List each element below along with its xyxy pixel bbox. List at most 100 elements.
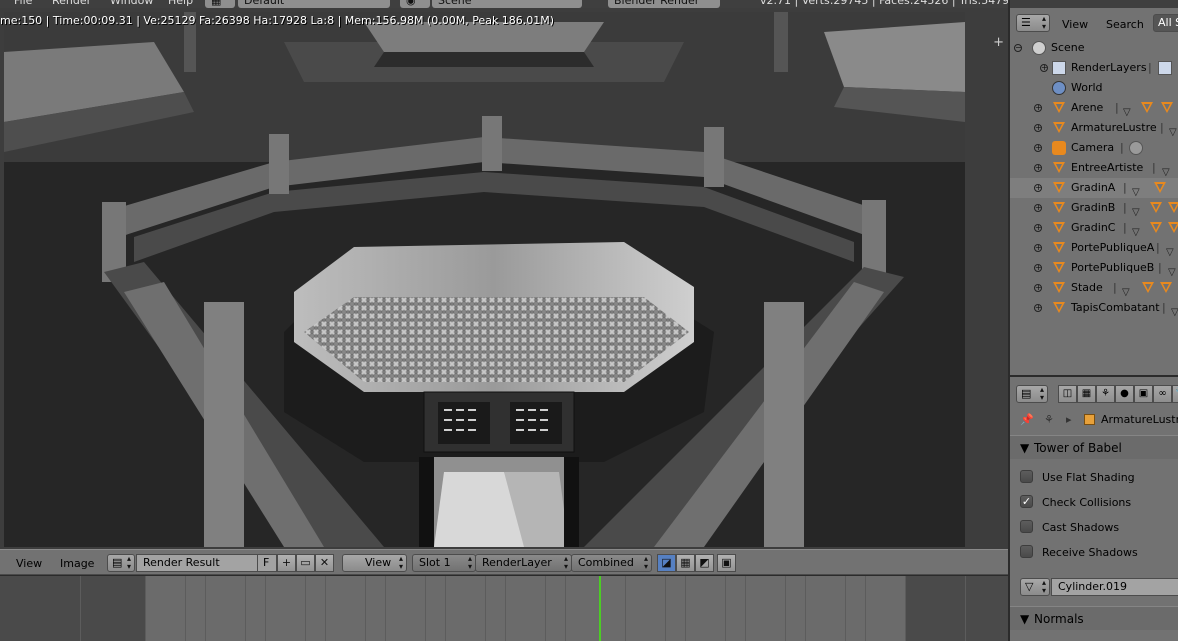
outliner-label[interactable]: GradinB: [1071, 198, 1115, 218]
modifiers-tab-icon[interactable]: 🔧: [1172, 385, 1178, 403]
menu-help[interactable]: Help: [168, 0, 193, 8]
expand-icon[interactable]: +: [1034, 244, 1042, 252]
editor-type-icon[interactable]: ▤ ▴ ▾: [1016, 385, 1048, 403]
object-tab-icon[interactable]: ▣: [1134, 385, 1153, 403]
outliner-label[interactable]: PortePubliqueA: [1071, 238, 1154, 258]
view-mode-select[interactable]: View ▴ ▾: [342, 554, 407, 572]
outliner-row-gradinc[interactable]: + GradinC | ▽: [1010, 218, 1178, 238]
expand-icon[interactable]: +: [1034, 184, 1042, 192]
outliner-row-camera[interactable]: + Camera |: [1010, 138, 1178, 158]
timeline-area[interactable]: [0, 576, 1008, 641]
image-browse-icon[interactable]: ▤ ▴ ▾: [107, 554, 135, 572]
object-cube-icon: [1084, 414, 1095, 425]
render-layers-tab-icon[interactable]: ▦: [1077, 385, 1096, 403]
image-editor-area[interactable]: me:150 | Time:00:09.31 | Ve:25129 Fa:263…: [0, 8, 1008, 549]
menu-view[interactable]: View: [16, 557, 42, 570]
outliner-row-entreeartiste[interactable]: + EntreeArtiste | ▽: [1010, 158, 1178, 178]
checkbox-cast-shadows[interactable]: [1020, 520, 1033, 533]
collapse-icon[interactable]: −: [1014, 44, 1022, 52]
screen-layout-select[interactable]: Default: [238, 0, 390, 8]
expand-icon[interactable]: +: [1034, 124, 1042, 132]
outliner-label[interactable]: Camera: [1071, 138, 1114, 158]
scene-icon[interactable]: ◉: [400, 0, 430, 8]
outliner-row-renderlayers[interactable]: + RenderLayers |: [1010, 58, 1178, 78]
outliner-label[interactable]: TapisCombatant: [1071, 298, 1160, 318]
outliner-row-portepubliqueb[interactable]: + PortePubliqueB | ▽: [1010, 258, 1178, 278]
outliner-row-stade[interactable]: + Stade | ▽: [1010, 278, 1178, 298]
outliner-menu-view[interactable]: View: [1062, 18, 1088, 31]
option-check-collisions[interactable]: ✓ Check Collisions: [1010, 491, 1178, 513]
expand-icon[interactable]: +: [1034, 104, 1042, 112]
slot-select[interactable]: Slot 1 ▴ ▾: [412, 554, 476, 572]
expand-icon[interactable]: +: [1034, 224, 1042, 232]
render-tab-icon[interactable]: ◫: [1058, 385, 1077, 403]
panel-normals[interactable]: ▼ Normals: [1010, 606, 1178, 630]
screen-layout-icon[interactable]: ▦: [205, 0, 235, 8]
outliner-menu-search[interactable]: Search: [1106, 18, 1144, 31]
outliner-label[interactable]: PortePubliqueB: [1071, 258, 1154, 278]
render-engine-select[interactable]: Blender Render: [608, 0, 720, 8]
checkbox-check-collisions[interactable]: ✓: [1020, 495, 1033, 508]
outliner-label[interactable]: GradinA: [1071, 178, 1115, 198]
world-tab-icon[interactable]: ●: [1115, 385, 1134, 403]
outliner-label[interactable]: RenderLayers: [1071, 58, 1147, 78]
menu-image[interactable]: Image: [60, 557, 94, 570]
stamp-icon[interactable]: ▣: [717, 554, 736, 572]
expand-icon[interactable]: +: [1040, 64, 1048, 72]
outliner-label[interactable]: Arene: [1071, 98, 1103, 118]
expand-icon[interactable]: +: [1034, 264, 1042, 272]
option-cast-shadows[interactable]: Cast Shadows: [1010, 516, 1178, 538]
checkbox-receive-shadows[interactable]: [1020, 545, 1033, 558]
render-layer-select[interactable]: RenderLayer ▴ ▾: [475, 554, 572, 572]
outliner-label[interactable]: GradinC: [1071, 218, 1115, 238]
draw-image-color-icon[interactable]: ◪: [657, 554, 676, 572]
scene-select[interactable]: Scene: [432, 0, 582, 8]
checkbox-flat-shading[interactable]: [1020, 470, 1033, 483]
menu-window[interactable]: Window: [110, 0, 153, 8]
outliner-label[interactable]: EntreeArtiste: [1071, 158, 1143, 178]
image-name-field[interactable]: Render Result: [136, 554, 258, 572]
option-receive-shadows[interactable]: Receive Shadows: [1010, 541, 1178, 563]
panel-collapse-icon[interactable]: ▼: [1020, 607, 1029, 631]
outliner-label[interactable]: Stade: [1071, 278, 1103, 298]
menu-file[interactable]: File: [14, 0, 32, 8]
mesh-browse-icon[interactable]: ▽ ▴ ▾: [1020, 578, 1050, 596]
timeline-playhead[interactable]: [599, 576, 601, 641]
outliner-row-portepubliquea[interactable]: + PortePubliqueA | ▽: [1010, 238, 1178, 258]
expand-icon[interactable]: +: [1034, 284, 1042, 292]
expand-icon[interactable]: +: [1034, 304, 1042, 312]
pin-icon[interactable]: 📌: [1020, 409, 1034, 431]
outliner-row-gradinb[interactable]: + GradinB | ▽: [1010, 198, 1178, 218]
editor-type-icon[interactable]: ☰ ▴ ▾: [1016, 14, 1050, 32]
outliner-row-gradina[interactable]: + GradinA | ▽: [1010, 178, 1178, 198]
outliner-row-world[interactable]: World: [1010, 78, 1178, 98]
new-image-icon[interactable]: +: [277, 554, 296, 572]
expand-toolshelf-icon[interactable]: +: [993, 35, 1004, 50]
expand-icon[interactable]: +: [1034, 164, 1042, 172]
scene-icon: [1032, 41, 1046, 55]
display-mode-select[interactable]: All S: [1153, 14, 1178, 32]
expand-icon[interactable]: +: [1034, 144, 1042, 152]
draw-z-buffer-icon[interactable]: ◩: [695, 554, 714, 572]
render-pass-select[interactable]: Combined ▴ ▾: [571, 554, 652, 572]
outliner-label[interactable]: ArmatureLustre: [1071, 118, 1157, 138]
menu-render[interactable]: Render: [52, 0, 91, 8]
outliner-row-scene[interactable]: − Scene: [1010, 38, 1178, 58]
outliner-row-tapiscombatant[interactable]: + TapisCombatant | ▽: [1010, 298, 1178, 318]
scene-tab-icon[interactable]: ⚘: [1096, 385, 1115, 403]
outliner-label[interactable]: Scene: [1051, 38, 1085, 58]
constraints-tab-icon[interactable]: ∞: [1153, 385, 1172, 403]
outliner-label[interactable]: World: [1071, 78, 1103, 98]
object-icon: [1053, 282, 1065, 293]
fake-user-button[interactable]: F: [257, 554, 277, 572]
expand-icon[interactable]: +: [1034, 204, 1042, 212]
option-use-flat-shading[interactable]: Use Flat Shading: [1010, 466, 1178, 488]
outliner-row-arene[interactable]: + Arene | ▽: [1010, 98, 1178, 118]
mesh-name-field[interactable]: Cylinder.019: [1051, 578, 1178, 596]
panel-tower-of-babel[interactable]: ▼ Tower of Babel: [1010, 435, 1178, 459]
draw-alpha-icon[interactable]: ▦: [676, 554, 695, 572]
unlink-image-icon[interactable]: ✕: [315, 554, 334, 572]
outliner-row-armaturelustre[interactable]: + ArmatureLustre | ▽: [1010, 118, 1178, 138]
panel-collapse-icon[interactable]: ▼: [1020, 436, 1029, 460]
open-image-icon[interactable]: ▭: [296, 554, 315, 572]
